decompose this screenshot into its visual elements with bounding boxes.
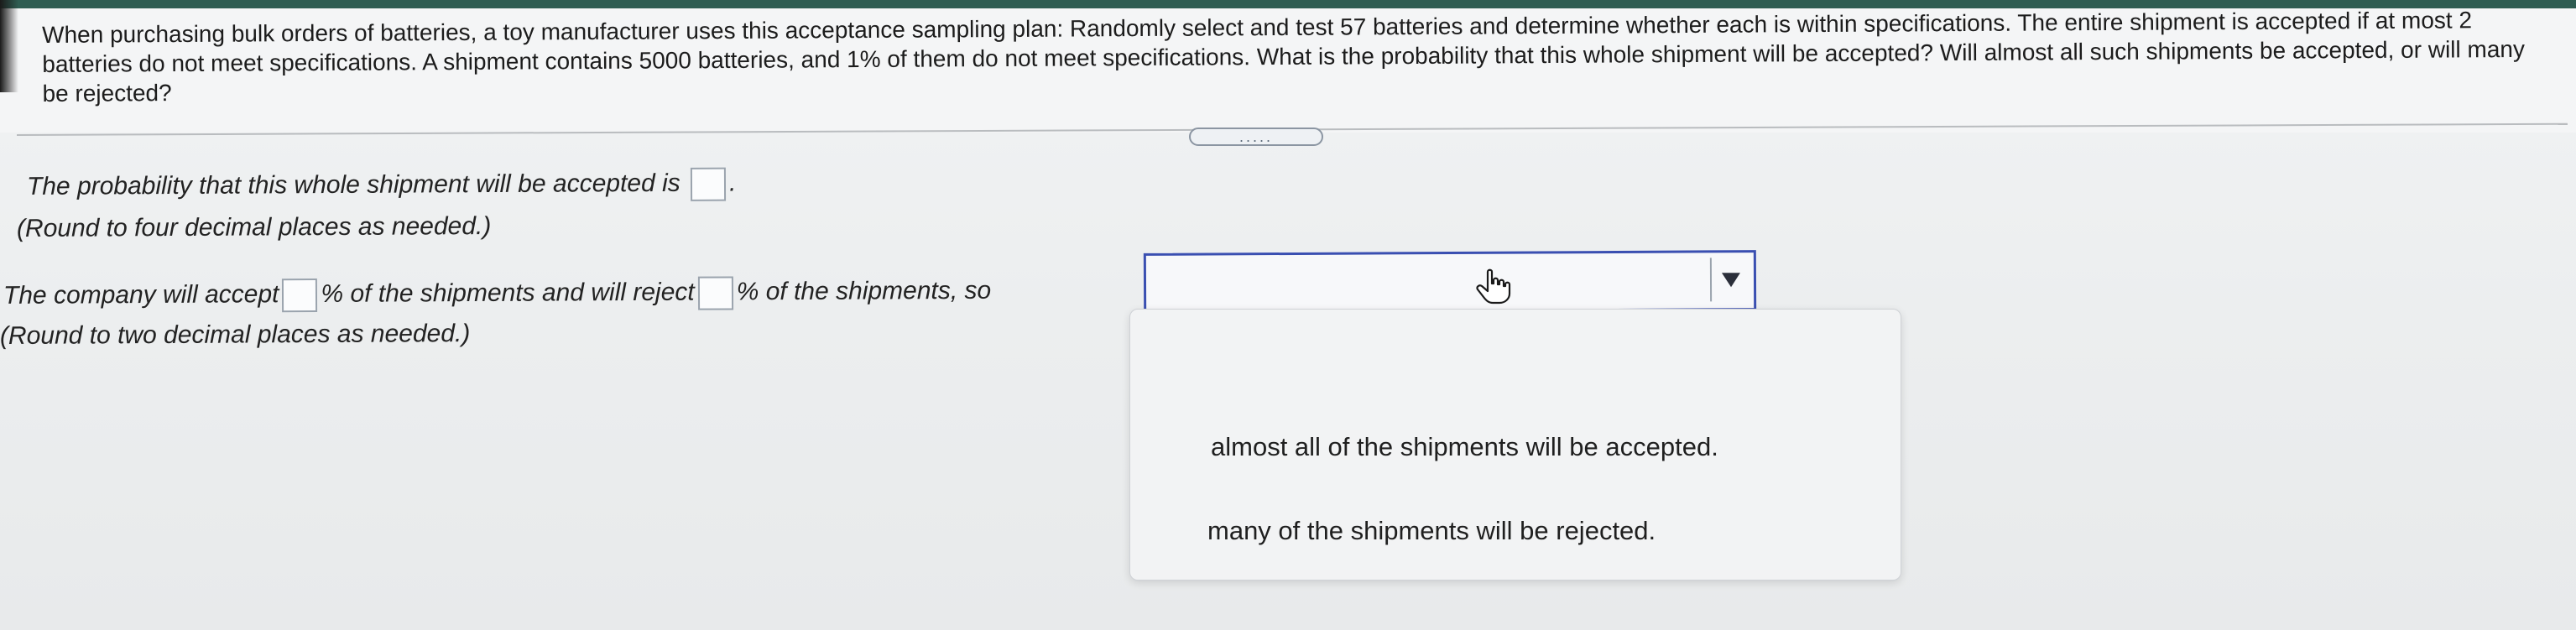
conclusion-select[interactable] [1143,250,1757,314]
expand-handle[interactable]: ..... [1189,128,1323,146]
hand-pointer-icon [1476,268,1511,305]
part2-line: The company will accept % of the shipment… [3,275,991,314]
dropdown-option-rejected[interactable]: many of the shipments will be rejected. [1130,516,1978,546]
part1-line: The probability that this whole shipment… [26,167,737,205]
part1-prompt: The probability that this whole shipment… [26,169,681,200]
part2-middle: % of the shipments and will reject [321,278,695,308]
select-arrow[interactable] [1709,258,1751,302]
dropdown-menu: almost all of the shipments will be acce… [1129,309,1901,581]
dropdown-option-accepted[interactable]: almost all of the shipments will be acce… [1130,432,1981,462]
part2-note: (Round to two decimal places as needed.) [0,320,471,350]
part1-note: (Round to four decimal places as needed.… [16,212,492,242]
part1-end-punct: . [728,169,737,197]
ellipsis-handle-icon: ..... [1238,128,1273,145]
part2-suffix: % of the shipments, so [736,276,992,306]
corner-shadow [0,0,18,92]
reject-percent-box[interactable] [697,276,733,310]
question-text: When purchasing bulk orders of batteries… [42,7,2526,107]
triangle-down-icon [1721,273,1740,288]
probability-answer-box[interactable] [690,167,727,201]
question-panel: When purchasing bulk orders of batteries… [0,7,2576,133]
accept-percent-box[interactable] [282,279,318,313]
part2-prefix: The company will accept [3,280,279,310]
